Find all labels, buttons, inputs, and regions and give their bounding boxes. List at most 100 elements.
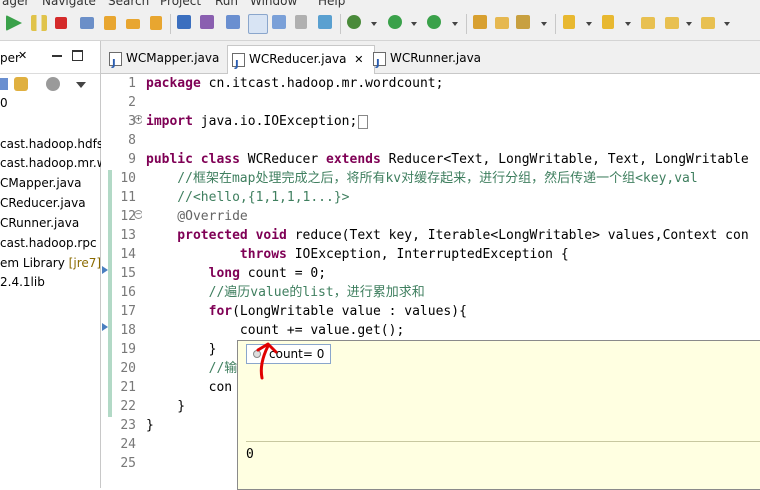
suspend-icon[interactable] (31, 15, 47, 31)
external-tools-dropdown-icon[interactable] (452, 22, 458, 26)
code-text-current: count += value.get(); (146, 323, 405, 338)
run-dropdown-icon[interactable] (411, 22, 417, 26)
menu-item-help[interactable]: Help (318, 0, 345, 8)
open-folder-icon[interactable] (495, 17, 509, 29)
menu-item-window[interactable]: Window (250, 0, 297, 8)
tree-item[interactable]: 2.4.1lib (0, 275, 100, 295)
tree-item-suffix: [jre7] (68, 256, 102, 270)
menu-item-project[interactable]: Project (160, 0, 201, 8)
package-explorer-title: per (0, 51, 20, 65)
tree-item[interactable]: CRunner.java (0, 216, 100, 236)
package-explorer-toolbar (0, 74, 100, 96)
toolbar-separator (555, 14, 556, 34)
code-text: } (146, 342, 217, 357)
code-keyword: package (146, 76, 201, 91)
menu-item[interactable]: ager (2, 0, 29, 8)
last-edit-location-icon[interactable] (641, 17, 655, 29)
code-text: (LongWritable value : values){ (232, 304, 467, 319)
code-keyword: import (146, 114, 193, 129)
terminate-icon[interactable] (55, 17, 67, 29)
code-text: cn.itcast.hadoop.mr.wordcount; (200, 76, 444, 91)
step-filters-icon[interactable] (200, 15, 214, 29)
open-type-icon[interactable] (226, 15, 240, 29)
debug-dropdown-icon[interactable] (371, 22, 377, 26)
run-icon[interactable] (388, 15, 402, 29)
java-file-icon (232, 51, 245, 78)
forward-dropdown-icon[interactable] (724, 22, 730, 26)
menu-item-run[interactable]: Run (215, 0, 238, 8)
package-explorer-tab[interactable]: per ✕ (0, 41, 100, 74)
java-file-icon (109, 50, 122, 77)
line-number: 21 (120, 380, 136, 395)
line-number: 13 (120, 228, 136, 243)
link-with-editor-icon[interactable] (14, 77, 28, 91)
forward-icon[interactable] (701, 17, 715, 29)
code-text: } (146, 399, 186, 414)
new-class-icon[interactable] (516, 15, 530, 29)
previous-annotation-icon[interactable] (602, 15, 614, 29)
folded-block-icon[interactable] (358, 114, 369, 129)
tree-item[interactable]: cast.hadoop.mr.w (0, 156, 107, 176)
disconnect-icon[interactable] (80, 17, 94, 29)
line-number: 22 (120, 399, 136, 414)
package-explorer: per ✕ 0 cast.hadoop.hdfs cast.hadoop.mr.… (0, 41, 107, 488)
line-number: 16 (120, 285, 136, 300)
next-annotation-dropdown-icon[interactable] (586, 22, 592, 26)
filters-icon[interactable] (46, 77, 60, 91)
back-dropdown-icon[interactable] (686, 22, 692, 26)
minimize-icon[interactable] (52, 55, 62, 57)
toolbar-separator (170, 14, 171, 34)
line-number: 12 (120, 209, 136, 224)
code-comment: //<hello,{1,1,1,1...}> (146, 190, 350, 205)
line-number: 2 (128, 95, 136, 110)
resume-icon[interactable] (6, 15, 22, 31)
tree-item-jre[interactable]: em Library [jre7] (0, 256, 102, 276)
popup-divider[interactable] (246, 441, 760, 442)
tree-item[interactable]: CReducer.java (0, 196, 100, 216)
show-whitespace-icon[interactable] (272, 15, 286, 29)
view-menu-icon[interactable] (76, 82, 86, 88)
block-selection-icon[interactable] (295, 15, 307, 29)
next-annotation-icon[interactable] (563, 15, 575, 29)
new-class-dropdown-icon[interactable] (541, 22, 547, 26)
toolbar-separator (466, 14, 467, 34)
tree-item[interactable]: CMapper.java (0, 176, 100, 196)
drop-to-frame-icon[interactable] (177, 15, 191, 29)
tab-wcmapper[interactable]: WCMapper.java (109, 45, 219, 77)
menu-item-navigate[interactable]: Navigate (42, 0, 96, 8)
line-number: 9 (128, 152, 136, 167)
new-java-project-icon[interactable] (473, 15, 487, 29)
external-tools-icon[interactable] (427, 15, 441, 29)
maximize-icon[interactable] (72, 50, 83, 61)
menu-item-search[interactable]: Search (108, 0, 149, 8)
red-annotation-arrow-icon (256, 342, 278, 380)
back-icon[interactable] (665, 17, 679, 29)
variable-detail: 0 (246, 447, 254, 462)
mark-occurrences-icon[interactable] (248, 14, 268, 34)
step-return-icon[interactable] (150, 16, 162, 30)
collapse-all-icon[interactable] (0, 78, 8, 90)
tree-item[interactable]: cast.hadoop.hdfs (0, 137, 103, 157)
line-number: 19 (120, 342, 136, 357)
previous-annotation-dropdown-icon[interactable] (625, 22, 631, 26)
variable-inspect-popup[interactable]: count= 0 0 (237, 340, 760, 490)
tab-wcreducer[interactable]: WCReducer.java ✕ (227, 45, 375, 78)
code-comment: //输 (146, 361, 238, 376)
code-keyword: extends (326, 152, 381, 167)
tree-item-number[interactable]: 0 (0, 96, 100, 116)
close-icon[interactable]: ✕ (18, 49, 27, 62)
line-number: 15 (120, 266, 136, 281)
close-icon[interactable]: ✕ (354, 53, 363, 66)
tree-item[interactable]: cast.hadoop.rpc (0, 236, 100, 256)
tab-wcrunner[interactable]: WCRunner.java (373, 45, 482, 77)
step-into-icon[interactable] (104, 16, 116, 30)
code-keyword: protected void (146, 228, 287, 243)
tab-label: WCRunner.java (390, 51, 482, 65)
step-over-icon[interactable] (126, 19, 140, 29)
line-number: 24 (120, 437, 136, 452)
line-number: 8 (128, 133, 136, 148)
code-comment: //框架在map处理完成之后，将所有kv对缓存起来，进行分组，然后传递一个组<k… (146, 171, 698, 186)
code-keyword: public class (146, 152, 240, 167)
show-properties-icon[interactable] (318, 15, 332, 29)
debug-icon[interactable] (347, 15, 361, 29)
